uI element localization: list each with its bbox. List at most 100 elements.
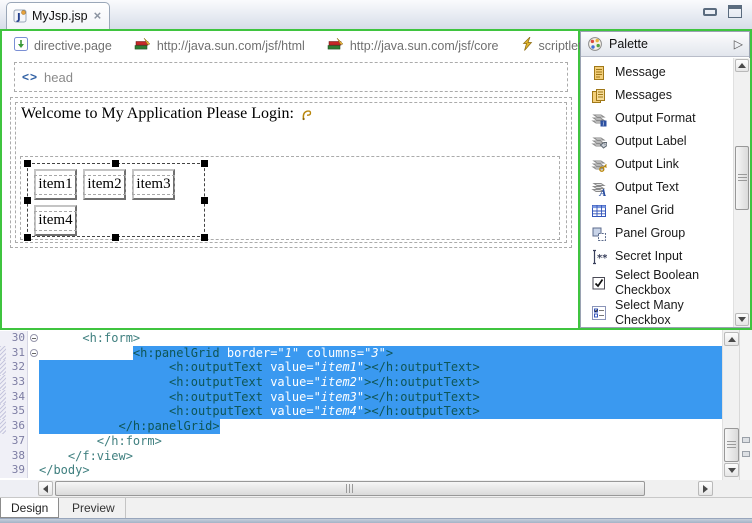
selection-handle[interactable] (201, 197, 208, 204)
selection-handle[interactable] (24, 234, 31, 241)
code-token (39, 419, 118, 434)
panel-grid-icon (591, 203, 607, 219)
scrollbar-thumb[interactable] (735, 146, 749, 210)
toolbar-item-label: directive.page (34, 39, 112, 53)
collapse-minus-icon[interactable] (28, 331, 39, 346)
palette-item-output-format[interactable]: iOutput Format (591, 107, 743, 130)
toolbar-item-scriptlet[interactable]: scriptlet (521, 37, 582, 56)
grid-cell-item2[interactable]: item2 (83, 169, 126, 200)
code-token (39, 346, 133, 361)
tab-design[interactable]: Design (0, 498, 59, 518)
code-token: </h:outputText> (371, 390, 479, 405)
close-icon[interactable]: × (94, 10, 102, 22)
scroll-up-button[interactable] (735, 59, 749, 72)
toolbar-item-label: scriptlet (539, 39, 582, 53)
selection-handle[interactable] (24, 160, 31, 167)
code-line-30[interactable]: 30 <h:form> (0, 331, 722, 346)
code-token: value= (270, 404, 313, 419)
code-token: <h:form> (82, 331, 140, 346)
palette-item-output-link[interactable]: Output Link (591, 153, 743, 176)
scroll-up-button[interactable] (724, 332, 739, 346)
fold-gutter (28, 375, 39, 390)
source-horizontal-scrollbar[interactable] (0, 480, 752, 497)
palette-panel: Palette ▷ MessageMessagesiOutput FormatO… (580, 31, 750, 328)
grid-row: item4 (34, 205, 181, 236)
code-token: </body> (39, 463, 90, 478)
source-vertical-scrollbar[interactable] (722, 330, 740, 480)
editor-tab-myjsp[interactable]: J MyJsp.jsp × (6, 2, 110, 29)
source-editor[interactable]: 30 <h:form>31 <h:panelGrid border="1" co… (0, 330, 722, 480)
scroll-right-button[interactable] (698, 481, 713, 496)
tab-preview[interactable]: Preview (62, 498, 126, 518)
palette-item-output-text[interactable]: AOutput Text (591, 176, 743, 199)
toolbar-item-http-java-sun-com-jsf-core[interactable]: http://java.sun.com/jsf/core (327, 37, 499, 56)
select-boolean-checkbox-icon (591, 275, 607, 291)
welcome-text-label: Welcome to My Application Please Login: (21, 105, 294, 123)
welcome-text[interactable]: Welcome to My Application Please Login: (21, 105, 313, 123)
toolbar-item-directive-page[interactable]: directive.page (14, 37, 112, 56)
selection-fill (480, 375, 722, 390)
scroll-down-button[interactable] (724, 463, 739, 477)
line-number: 32 (6, 360, 28, 375)
palette-item-panel-group[interactable]: Panel Group (591, 222, 743, 245)
page-directive-icon (14, 37, 28, 56)
code-line-34[interactable]: 34 <h:outputText value="item3"></h:outpu… (0, 390, 722, 405)
annotation-marker[interactable] (742, 451, 750, 457)
jsf-tag-icon (300, 108, 313, 121)
fold-gutter (28, 360, 39, 375)
grid-cell-item1[interactable]: item1 (34, 169, 77, 200)
palette-item-messages[interactable]: Messages (591, 84, 743, 107)
palette-item-secret-input[interactable]: **Secret Input (591, 245, 743, 268)
fold-gutter (28, 434, 39, 449)
code-line-31[interactable]: 31 <h:panelGrid border="1" columns="3"> (0, 346, 722, 361)
code-token: value= (270, 375, 313, 390)
palette-item-output-label[interactable]: Output Label (591, 130, 743, 153)
grid-cell-item3[interactable]: item3 (132, 169, 175, 200)
messages-icon (591, 88, 607, 104)
palette-item-message[interactable]: Message (591, 61, 743, 84)
code-line-39[interactable]: 39</body> (0, 463, 722, 478)
fold-gutter (28, 463, 39, 478)
code-token: "item4" (314, 404, 365, 419)
selection-fill (480, 360, 722, 375)
head-element-box[interactable]: <> head (14, 62, 568, 92)
code-token: "item2" (314, 375, 365, 390)
code-text: </h:form> (39, 434, 722, 449)
palette-item-select-boolean-checkbox[interactable]: Select Boolean Checkbox (591, 268, 743, 298)
select-many-checkbox-icon (591, 305, 607, 321)
palette-scrollbar[interactable] (733, 58, 750, 327)
scroll-down-button[interactable] (735, 313, 749, 326)
palette-item-panel-grid[interactable]: Panel Grid (591, 199, 743, 222)
palette-item-label: Message (615, 65, 733, 80)
scrollbar-thumb[interactable] (55, 481, 645, 496)
minimize-view-button[interactable] (703, 8, 717, 16)
code-line-33[interactable]: 33 <h:outputText value="item2"></h:outpu… (0, 375, 722, 390)
maximize-view-button[interactable] (728, 5, 742, 18)
line-number: 36 (6, 419, 28, 434)
palette-header[interactable]: Palette ▷ (581, 32, 749, 57)
palette-item-select-many-checkbox[interactable]: Select Many Checkbox (591, 298, 743, 328)
toolbar-item-http-java-sun-com-jsf-html[interactable]: http://java.sun.com/jsf/html (134, 37, 305, 56)
annotation-marker[interactable] (742, 437, 750, 443)
collapse-minus-icon[interactable] (28, 346, 39, 361)
scrollbar-thumb[interactable] (724, 428, 739, 462)
selection-handle[interactable] (112, 160, 119, 167)
code-line-35[interactable]: 35 <h:outputText value="item4"></h:outpu… (0, 404, 722, 419)
code-line-37[interactable]: 37 </h:form> (0, 434, 722, 449)
editor-tab-title: MyJsp.jsp (32, 9, 88, 23)
grid-cell-item4[interactable]: item4 (34, 205, 77, 236)
code-line-36[interactable]: 36 </h:panelGrid> (0, 419, 722, 434)
scroll-left-button[interactable] (38, 481, 53, 496)
code-line-38[interactable]: 38 </f:view> (0, 449, 722, 464)
selection-handle[interactable] (24, 197, 31, 204)
panel-grid-table[interactable]: item1 item2 item3 item4 (34, 169, 181, 241)
output-text-element: item3 (132, 175, 174, 195)
output-text-element: item2 (83, 175, 125, 195)
code-token: <h:panelGrid (133, 346, 227, 361)
palette-item-label: Panel Group (615, 226, 733, 241)
selection-handle[interactable] (201, 234, 208, 241)
code-line-32[interactable]: 32 <h:outputText value="item1"></h:outpu… (0, 360, 722, 375)
palette-item-label: Select Boolean Checkbox (615, 268, 733, 298)
palette-collapse-icon[interactable]: ▷ (734, 37, 743, 51)
selection-handle[interactable] (201, 160, 208, 167)
